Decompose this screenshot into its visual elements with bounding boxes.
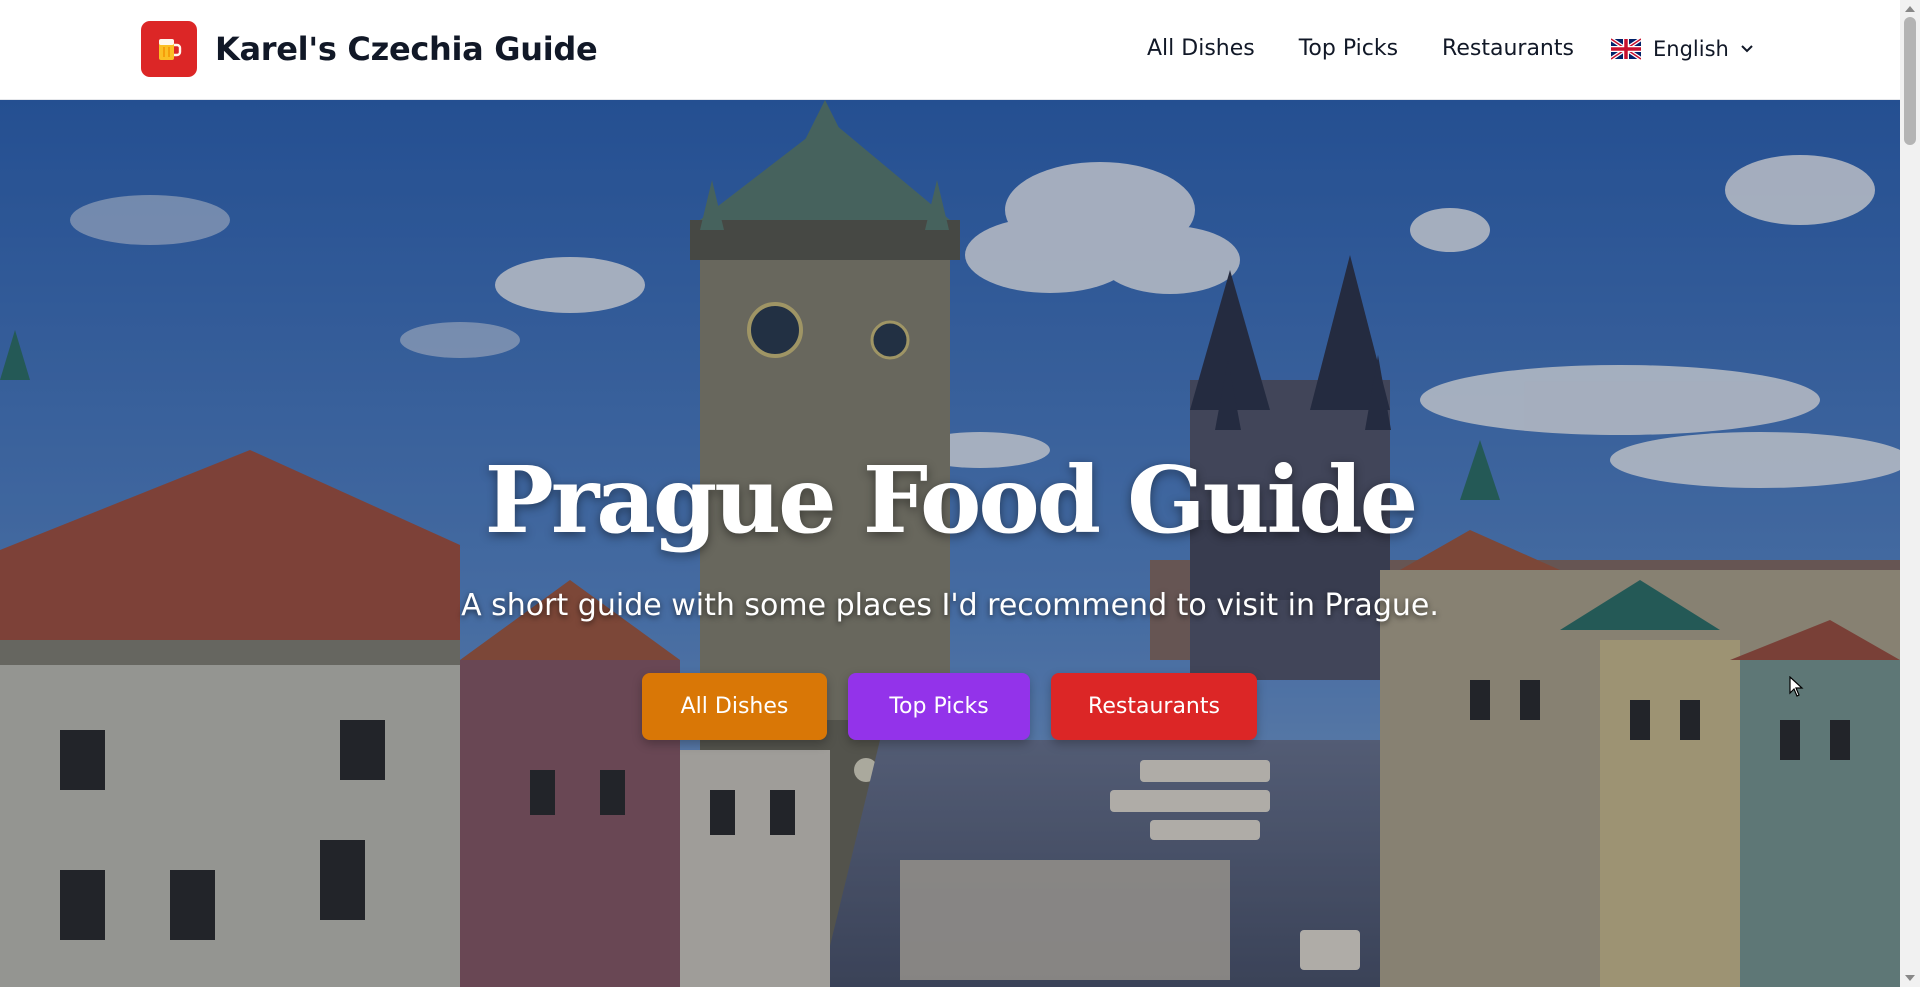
chevron-down-icon — [1741, 45, 1753, 53]
scrollbar-thumb[interactable] — [1904, 17, 1916, 145]
nav-top-picks[interactable]: Top Picks — [1299, 34, 1398, 64]
hero-subtitle: A short guide with some places I'd recom… — [461, 588, 1439, 623]
scroll-up-icon[interactable] — [1905, 6, 1915, 12]
scroll-down-icon[interactable] — [1905, 975, 1915, 981]
nav-all-dishes[interactable]: All Dishes — [1147, 34, 1255, 64]
language-label: English — [1653, 37, 1729, 61]
hero-section: Prague Food Guide A short guide with som… — [0, 100, 1900, 987]
uk-flag-icon — [1611, 38, 1641, 60]
brand-name: Karel's Czechia Guide — [215, 30, 598, 68]
page-scrollbar[interactable] — [1900, 0, 1920, 987]
site-header: Karel's Czechia Guide All Dishes Top Pic… — [0, 0, 1900, 100]
hero-top-picks-button[interactable]: Top Picks — [848, 673, 1030, 740]
beer-mug-icon — [159, 39, 182, 60]
main-nav: All Dishes Top Picks Restaurants — [1147, 34, 1574, 64]
brand-link[interactable]: Karel's Czechia Guide — [141, 21, 598, 77]
hero-restaurants-button[interactable]: Restaurants — [1051, 673, 1257, 740]
mouse-cursor-icon — [1789, 676, 1804, 697]
hero-title: Prague Food Guide — [484, 446, 1419, 554]
hero-all-dishes-button[interactable]: All Dishes — [642, 673, 827, 740]
logo — [141, 21, 197, 77]
language-selector[interactable]: English — [1611, 34, 1753, 64]
hero-buttons: All Dishes Top Picks Restaurants — [642, 673, 1257, 740]
nav-restaurants[interactable]: Restaurants — [1442, 34, 1574, 64]
